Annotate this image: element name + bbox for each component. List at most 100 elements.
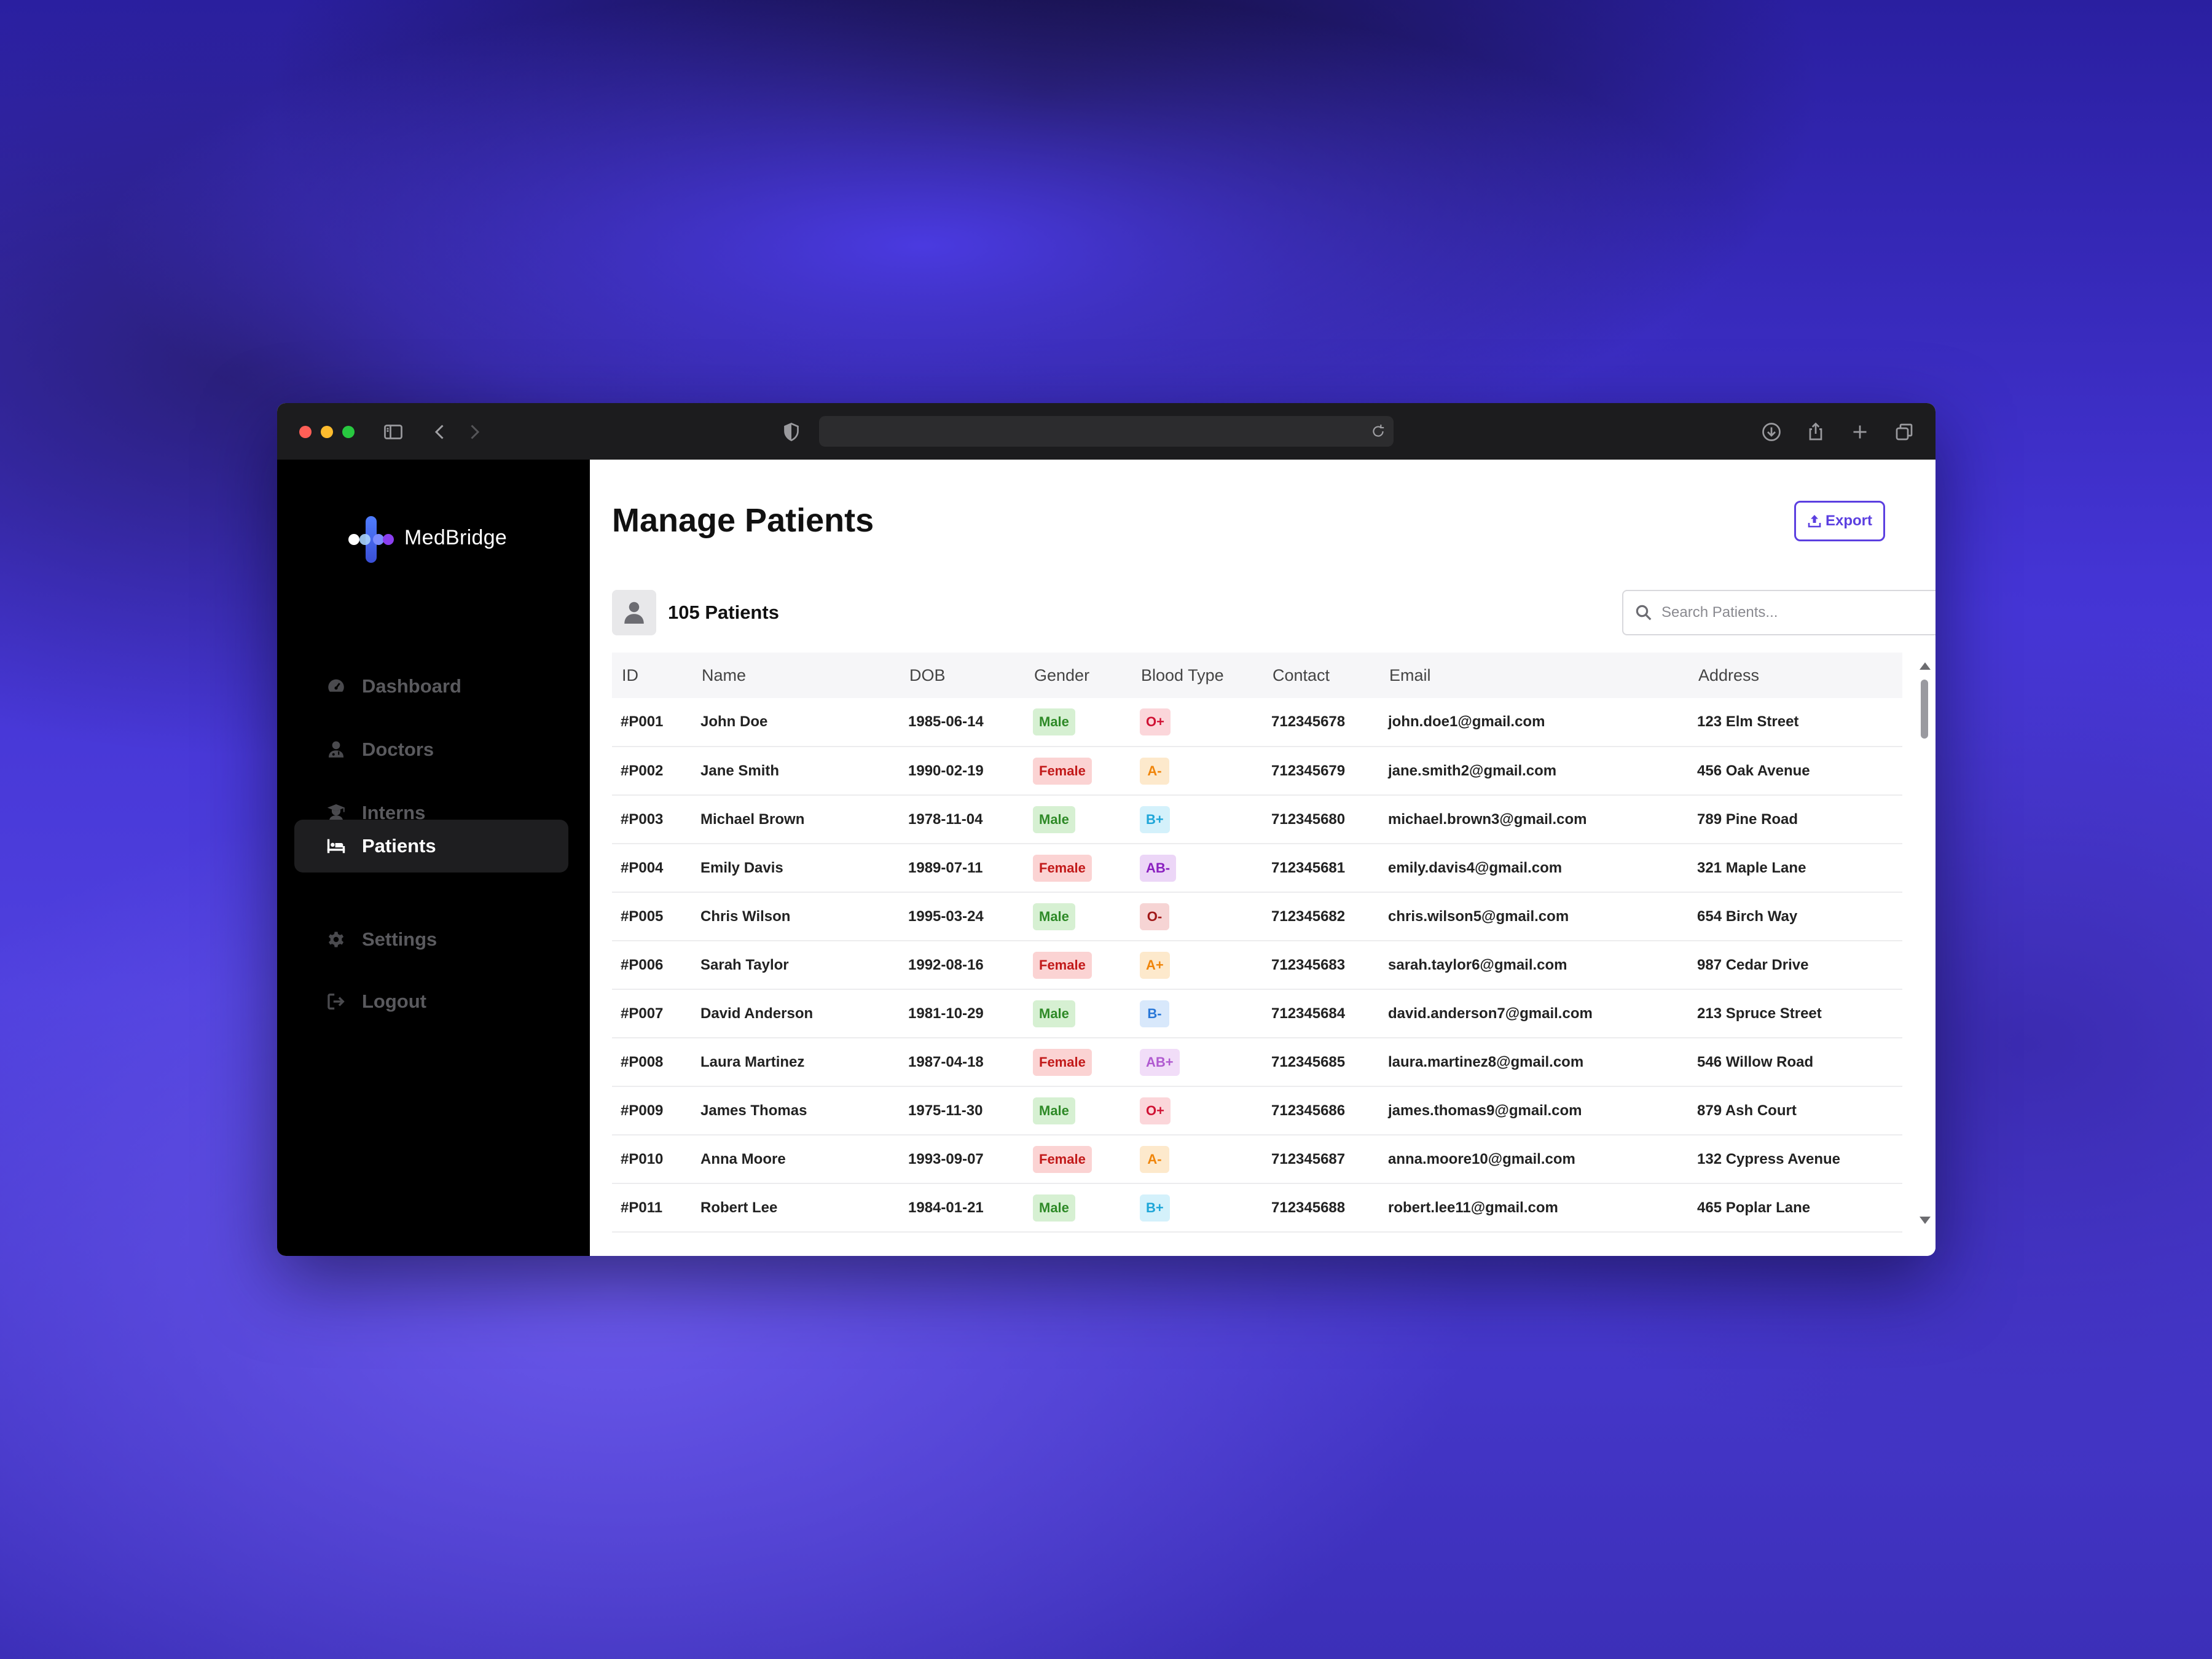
column-header-address[interactable]: Address <box>1688 653 1902 698</box>
table-row[interactable]: #P003 Michael Brown 1978-11-04 Male B+ 7… <box>612 795 1902 844</box>
sidebar: MedBridge Dashboard Doctors Interns Pati… <box>277 460 590 1256</box>
gender-badge: Male <box>1033 903 1075 930</box>
column-header-contact[interactable]: Contact <box>1263 653 1379 698</box>
maximize-window-button[interactable] <box>342 426 355 438</box>
gender-badge: Female <box>1033 1048 1092 1076</box>
patients-table: ID Name DOB Gender Blood Type Contact Em… <box>612 653 1902 1256</box>
cell-dob: 1985-06-14 <box>908 713 984 730</box>
hospital-bed-icon <box>325 835 347 857</box>
tab-overview-icon[interactable] <box>1892 420 1916 444</box>
cell-dob: 1987-04-18 <box>908 1053 984 1070</box>
table-row[interactable]: #P004 Emily Davis 1989-07-11 Female AB- … <box>612 844 1902 892</box>
browser-toolbar <box>277 403 1936 461</box>
sidebar-toggle-icon[interactable] <box>382 420 405 444</box>
cell-address: 546 Willow Road <box>1697 1053 1814 1070</box>
cell-dob: 1993-09-07 <box>908 1150 984 1167</box>
blood-type-badge: O+ <box>1140 1097 1171 1124</box>
main-content: Manage Patients Export 105 Patients ID <box>590 460 1936 1256</box>
scrollbar-thumb[interactable] <box>1921 680 1928 739</box>
page-title: Manage Patients <box>612 502 874 539</box>
table-row[interactable]: #P006 Sarah Taylor 1992-08-16 Female A+ … <box>612 941 1902 989</box>
cell-address: 789 Pine Road <box>1697 810 1798 828</box>
cell-address: 465 Poplar Lane <box>1697 1199 1811 1216</box>
column-header-id[interactable]: ID <box>612 653 692 698</box>
sidebar-item-patients[interactable]: Patients <box>294 820 568 873</box>
column-header-name[interactable]: Name <box>692 653 900 698</box>
share-icon[interactable] <box>1804 420 1827 444</box>
cell-email: laura.martinez8@gmail.com <box>1388 1053 1584 1070</box>
gender-badge: Male <box>1033 1000 1075 1027</box>
forward-icon[interactable] <box>463 420 486 444</box>
scroll-down-arrow[interactable] <box>1920 1217 1931 1224</box>
cell-contact: 712345683 <box>1271 956 1346 973</box>
sidebar-item-settings[interactable]: Settings <box>294 913 568 966</box>
cell-address: 456 Oak Avenue <box>1697 762 1810 779</box>
search-field[interactable] <box>1622 590 1936 635</box>
reload-icon[interactable] <box>1370 423 1386 439</box>
cell-name: Jane Smith <box>700 762 780 779</box>
browser-window: MedBridge Dashboard Doctors Interns Pati… <box>277 403 1936 1256</box>
blood-type-badge: A+ <box>1140 951 1170 979</box>
doctor-icon <box>325 739 347 761</box>
back-icon[interactable] <box>428 420 452 444</box>
blood-type-badge: A- <box>1140 757 1169 785</box>
search-input[interactable] <box>1660 603 1921 622</box>
cell-name: Anna Moore <box>700 1150 786 1167</box>
cell-id: #P007 <box>621 1005 664 1022</box>
cell-address: 123 Elm Street <box>1697 713 1799 730</box>
address-bar[interactable] <box>819 416 1394 447</box>
cell-contact: 712345688 <box>1271 1199 1346 1216</box>
minimize-window-button[interactable] <box>321 426 333 438</box>
cell-email: anna.moore10@gmail.com <box>1388 1150 1575 1167</box>
sidebar-item-logout[interactable]: Logout <box>294 975 568 1028</box>
gender-badge: Male <box>1033 1097 1075 1124</box>
blood-type-badge: B- <box>1140 1000 1169 1027</box>
sidebar-item-doctors[interactable]: Doctors <box>294 723 568 776</box>
cell-id: #P002 <box>621 762 664 779</box>
column-header-dob[interactable]: DOB <box>900 653 1024 698</box>
table-row[interactable]: #P008 Laura Martinez 1987-04-18 Female A… <box>612 1038 1902 1086</box>
table-row[interactable]: #P005 Chris Wilson 1995-03-24 Male O- 71… <box>612 892 1902 941</box>
cell-email: emily.davis4@gmail.com <box>1388 859 1563 876</box>
cell-address: 132 Cypress Avenue <box>1697 1150 1841 1167</box>
table-row[interactable]: #P001 John Doe 1985-06-14 Male O+ 712345… <box>612 698 1902 747</box>
cell-contact: 712345686 <box>1271 1102 1346 1119</box>
cell-contact: 712345679 <box>1271 762 1346 779</box>
cell-contact: 712345681 <box>1271 859 1346 876</box>
scroll-up-arrow[interactable] <box>1920 662 1931 670</box>
column-header-gender[interactable]: Gender <box>1024 653 1131 698</box>
table-row[interactable]: #P009 James Thomas 1975-11-30 Male O+ 71… <box>612 1086 1902 1135</box>
cell-email: michael.brown3@gmail.com <box>1388 810 1587 828</box>
table-row[interactable]: #P007 David Anderson 1981-10-29 Male B- … <box>612 989 1902 1038</box>
sidebar-item-label: Doctors <box>362 739 434 760</box>
cell-id: #P006 <box>621 956 664 973</box>
table-header-row: ID Name DOB Gender Blood Type Contact Em… <box>612 653 1902 698</box>
sidebar-item-label: Dashboard <box>362 675 461 697</box>
column-header-blood-type[interactable]: Blood Type <box>1131 653 1263 698</box>
cell-email: james.thomas9@gmail.com <box>1388 1102 1582 1119</box>
cell-dob: 1981-10-29 <box>908 1005 984 1022</box>
gender-badge: Male <box>1033 1194 1075 1222</box>
close-window-button[interactable] <box>299 426 312 438</box>
export-button[interactable]: Export <box>1794 501 1885 541</box>
column-header-email[interactable]: Email <box>1379 653 1688 698</box>
cell-id: #P011 <box>621 1199 663 1216</box>
logout-icon <box>325 990 347 1013</box>
privacy-shield-icon[interactable] <box>780 420 803 444</box>
table-row[interactable]: #P002 Jane Smith 1990-02-19 Female A- 71… <box>612 747 1902 795</box>
cell-contact: 712345685 <box>1271 1053 1346 1070</box>
new-tab-icon[interactable] <box>1848 420 1872 444</box>
patient-count: 105 Patients <box>668 602 779 623</box>
cell-email: jane.smith2@gmail.com <box>1388 762 1557 779</box>
downloads-icon[interactable] <box>1760 420 1783 444</box>
table-row[interactable]: #P010 Anna Moore 1993-09-07 Female A- 71… <box>612 1135 1902 1183</box>
cell-dob: 1975-11-30 <box>908 1102 983 1119</box>
cell-address: 879 Ash Court <box>1697 1102 1797 1119</box>
cell-contact: 712345684 <box>1271 1005 1346 1022</box>
sidebar-item-dashboard[interactable]: Dashboard <box>294 660 568 713</box>
cell-id: #P009 <box>621 1102 664 1119</box>
gender-badge: Female <box>1033 757 1092 785</box>
table-row[interactable]: #P011 Robert Lee 1984-01-21 Male B+ 7123… <box>612 1183 1902 1232</box>
blood-type-badge: O+ <box>1140 708 1171 735</box>
blood-type-badge: AB- <box>1140 854 1177 882</box>
